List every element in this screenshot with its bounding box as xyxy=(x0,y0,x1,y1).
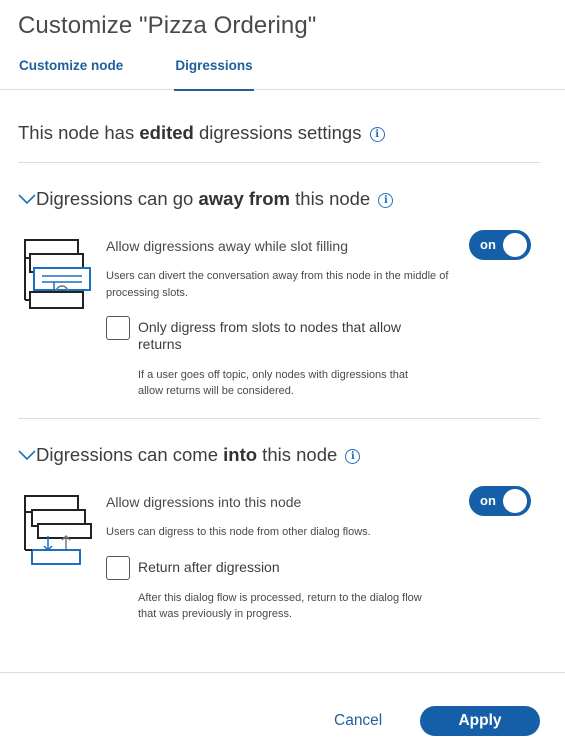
chevron-down-icon[interactable] xyxy=(18,449,36,461)
toggle-knob xyxy=(503,489,527,513)
info-icon[interactable]: i xyxy=(345,449,361,464)
divider xyxy=(18,162,540,163)
heading-suffix: digressions settings xyxy=(193,122,362,143)
into-title-suffix: this node xyxy=(257,444,338,465)
into-title-bold: into xyxy=(223,444,258,465)
digression-into-illustration xyxy=(24,495,92,565)
divider xyxy=(18,418,540,419)
return-after-digression-checkbox[interactable] xyxy=(106,556,130,580)
footer-divider xyxy=(0,672,565,673)
tab-customize-node[interactable]: Customize node xyxy=(19,58,123,90)
digression-away-illustration xyxy=(24,239,91,309)
allow-away-label: Allow digressions away while slot fillin… xyxy=(106,238,348,254)
only-digress-checkbox[interactable] xyxy=(106,316,130,340)
allow-away-description: Users can divert the conversation away f… xyxy=(106,270,449,299)
dialog-title: Customize "Pizza Ordering" xyxy=(18,12,317,39)
tab-bar: Customize node Digressions xyxy=(0,58,565,91)
into-title-prefix: Digressions can come xyxy=(36,444,224,465)
return-after-digression-label: Return after digression xyxy=(138,559,280,575)
allow-into-label: Allow digressions into this node xyxy=(106,494,302,510)
heading-bold: edited xyxy=(139,122,194,143)
away-title-suffix: this node xyxy=(290,188,371,209)
return-after-digression-description: After this dialog flow is processed, ret… xyxy=(138,592,422,620)
info-icon[interactable]: i xyxy=(378,193,394,208)
toggle-knob xyxy=(503,233,527,257)
cancel-button[interactable]: Cancel xyxy=(334,712,382,730)
heading-prefix: This node has xyxy=(18,122,140,143)
only-digress-label: Only digress from slots to nodes that al… xyxy=(138,319,402,352)
info-icon[interactable]: i xyxy=(369,127,385,142)
toggle-state-label: on xyxy=(480,237,496,252)
into-section-title: Digressions can come into this node i xyxy=(18,444,361,466)
only-digress-description: If a user goes off topic, only nodes wit… xyxy=(138,369,409,397)
allow-into-description: Users can digress to this node from othe… xyxy=(106,526,371,538)
apply-button[interactable]: Apply xyxy=(420,706,540,736)
away-title-prefix: Digressions can go xyxy=(36,188,199,209)
toggle-state-label: on xyxy=(480,493,496,508)
away-title-bold: away from xyxy=(198,188,290,209)
tab-digressions[interactable]: Digressions xyxy=(174,58,254,91)
chevron-down-icon[interactable] xyxy=(18,193,36,205)
allow-into-toggle[interactable]: on xyxy=(469,486,531,516)
allow-away-toggle[interactable]: on xyxy=(469,230,531,260)
settings-heading: This node has edited digressions setting… xyxy=(18,122,385,144)
away-section-title: Digressions can go away from this node i xyxy=(18,188,394,210)
